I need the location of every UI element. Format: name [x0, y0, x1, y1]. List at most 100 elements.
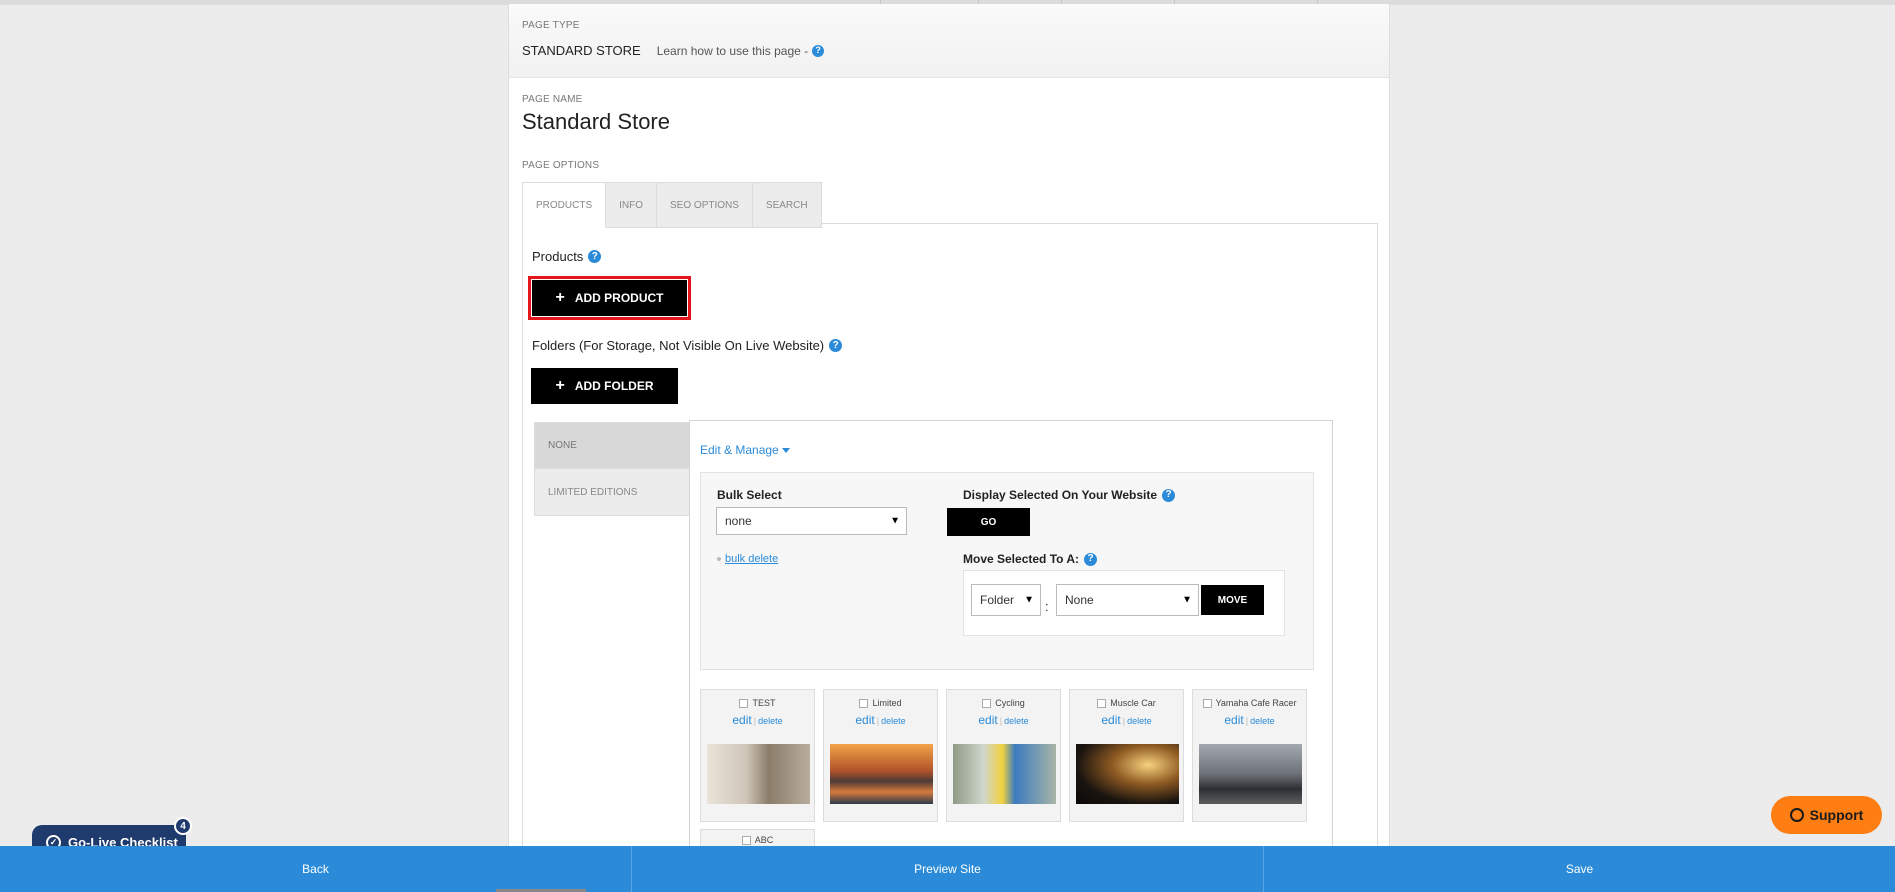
product-image[interactable] — [1076, 744, 1179, 804]
support-button[interactable]: Support — [1771, 796, 1882, 834]
add-product-label: ADD PRODUCT — [574, 291, 664, 305]
learn-how-link[interactable]: Learn how to use this page - ? — [656, 43, 825, 58]
edit-link[interactable]: edit — [978, 713, 997, 727]
folders-heading: Folders (For Storage, Not Visible On Liv… — [532, 338, 843, 353]
help-icon[interactable]: ? — [588, 250, 602, 263]
product-card-limited: Limited edit | delete — [823, 689, 938, 822]
product-checkbox[interactable] — [741, 835, 751, 845]
product-checkbox[interactable] — [1097, 698, 1107, 708]
move-button[interactable]: MOVE — [1201, 585, 1264, 615]
bottom-action-bar: Back Preview Site Save — [0, 846, 1895, 892]
bulk-delete-label: bulk delete — [725, 553, 779, 565]
page-name-label: PAGE NAME — [522, 94, 583, 105]
page-name-section: PAGE NAME Standard Store — [509, 78, 1389, 135]
separator-colon: : — [1045, 599, 1049, 614]
learn-how-text: Learn how to use this page - — [656, 43, 809, 58]
product-checkbox[interactable] — [982, 698, 992, 708]
product-grid: TEST edit | delete Limited edit | delete Cyc… — [700, 689, 1307, 822]
bulk-select-dropdown[interactable]: none ▼ — [716, 507, 907, 535]
add-folder-button[interactable]: + ADD FOLDER — [531, 368, 678, 404]
page-options-tabs: PRODUCTS INFO SEO OPTIONS SEARCH — [522, 182, 822, 228]
folder-label: LIMITED EDITIONS — [548, 486, 638, 498]
product-checkbox[interactable] — [739, 698, 749, 708]
products-heading: Products ? — [532, 249, 602, 264]
move-selected-label: Move Selected To A: — [963, 552, 1080, 566]
help-icon[interactable]: ? — [1084, 552, 1098, 566]
product-card-muscle-car: Muscle Car edit | delete — [1069, 689, 1184, 822]
edit-link[interactable]: edit — [855, 713, 874, 727]
display-selected-label: Display Selected On Your Website — [963, 488, 1158, 502]
dropdown-arrow-icon: ▼ — [1182, 594, 1192, 606]
bulk-delete-link[interactable]: bulk delete — [717, 553, 778, 565]
products-tab-panel: Products ? + ADD PRODUCT Folders (For St… — [522, 223, 1378, 850]
product-name: ABC — [754, 835, 774, 845]
help-icon[interactable]: ? — [812, 44, 825, 57]
support-label: Support — [1809, 807, 1864, 823]
products-label: Products — [532, 249, 584, 264]
page-type-value: STANDARD STORE — [522, 43, 641, 58]
plus-icon: + — [555, 289, 565, 306]
caret-down-icon — [781, 448, 790, 453]
tab-seo-options[interactable]: SEO OPTIONS — [657, 182, 753, 228]
product-card-yamaha-cafe-racer: Yamaha Cafe Racer edit | delete — [1192, 689, 1307, 822]
bulk-actions-box: Bulk Select none ▼ bulk delete Display S… — [700, 472, 1314, 670]
product-checkbox[interactable] — [1202, 698, 1212, 708]
page-options-section: PAGE OPTIONS — [509, 135, 1389, 171]
bullet-icon — [717, 557, 721, 561]
move-target-value: None — [1065, 593, 1094, 607]
add-product-button[interactable]: + ADD PRODUCT — [528, 276, 691, 320]
tab-products[interactable]: PRODUCTS — [522, 182, 607, 228]
go-button[interactable]: GO — [947, 508, 1030, 536]
delete-link[interactable]: delete — [1250, 716, 1275, 726]
folders-label: Folders (For Storage, Not Visible On Liv… — [532, 338, 825, 353]
product-name: Yamaha Cafe Racer — [1215, 698, 1297, 708]
page-type-section: PAGE TYPE STANDARD STORE Learn how to us… — [509, 4, 1389, 78]
save-button[interactable]: Save — [1264, 846, 1895, 892]
display-selected-heading: Display Selected On Your Website ? — [963, 488, 1176, 502]
edit-link[interactable]: edit — [1101, 713, 1120, 727]
add-folder-label: ADD FOLDER — [574, 379, 654, 393]
plus-icon: + — [555, 377, 565, 394]
page-editor-panel: PAGE TYPE STANDARD STORE Learn how to us… — [508, 4, 1390, 850]
product-image[interactable] — [953, 744, 1056, 804]
product-checkbox[interactable] — [859, 698, 869, 708]
product-manager: Edit & Manage Bulk Select none ▼ bulk de… — [689, 420, 1333, 850]
tab-info[interactable]: INFO — [606, 182, 658, 228]
product-image[interactable] — [707, 744, 810, 804]
page-type-label: PAGE TYPE — [522, 20, 580, 31]
move-selected-heading: Move Selected To A: ? — [963, 552, 1098, 566]
edit-manage-label: Edit & Manage — [700, 443, 779, 457]
preview-site-button[interactable]: Preview Site — [632, 846, 1264, 892]
dropdown-arrow-icon: ▼ — [890, 515, 900, 527]
product-name: Cycling — [995, 698, 1025, 708]
move-type-select[interactable]: Folder ▼ — [971, 584, 1041, 616]
move-controls: Folder ▼ : None ▼ MOVE — [963, 570, 1285, 636]
delete-link[interactable]: delete — [881, 716, 906, 726]
delete-link[interactable]: delete — [758, 716, 783, 726]
bulk-select-value: none — [725, 514, 752, 528]
delete-link[interactable]: delete — [1004, 716, 1029, 726]
dropdown-arrow-icon: ▼ — [1024, 594, 1034, 606]
help-icon[interactable]: ? — [1162, 488, 1176, 502]
product-name: TEST — [752, 698, 776, 708]
product-image[interactable] — [1199, 744, 1302, 804]
bulk-select-label: Bulk Select — [717, 488, 782, 502]
tab-search[interactable]: SEARCH — [752, 182, 822, 228]
checklist-count-badge: 4 — [174, 817, 192, 835]
edit-manage-dropdown[interactable]: Edit & Manage — [700, 443, 790, 457]
edit-link[interactable]: edit — [732, 713, 751, 727]
delete-link[interactable]: delete — [1127, 716, 1152, 726]
product-card-cycling: Cycling edit | delete — [946, 689, 1061, 822]
move-target-select[interactable]: None ▼ — [1056, 584, 1199, 616]
product-name: Limited — [872, 698, 902, 708]
product-card-test: TEST edit | delete — [700, 689, 815, 822]
page-options-label: PAGE OPTIONS — [522, 160, 600, 171]
product-image[interactable] — [830, 744, 933, 804]
product-name: Muscle Car — [1110, 698, 1156, 708]
page-title: Standard Store — [522, 109, 670, 134]
back-button[interactable]: Back — [0, 846, 632, 892]
help-icon[interactable]: ? — [829, 339, 843, 352]
move-type-value: Folder — [980, 593, 1015, 607]
edit-link[interactable]: edit — [1224, 713, 1243, 727]
chat-bubble-icon — [1789, 808, 1804, 822]
